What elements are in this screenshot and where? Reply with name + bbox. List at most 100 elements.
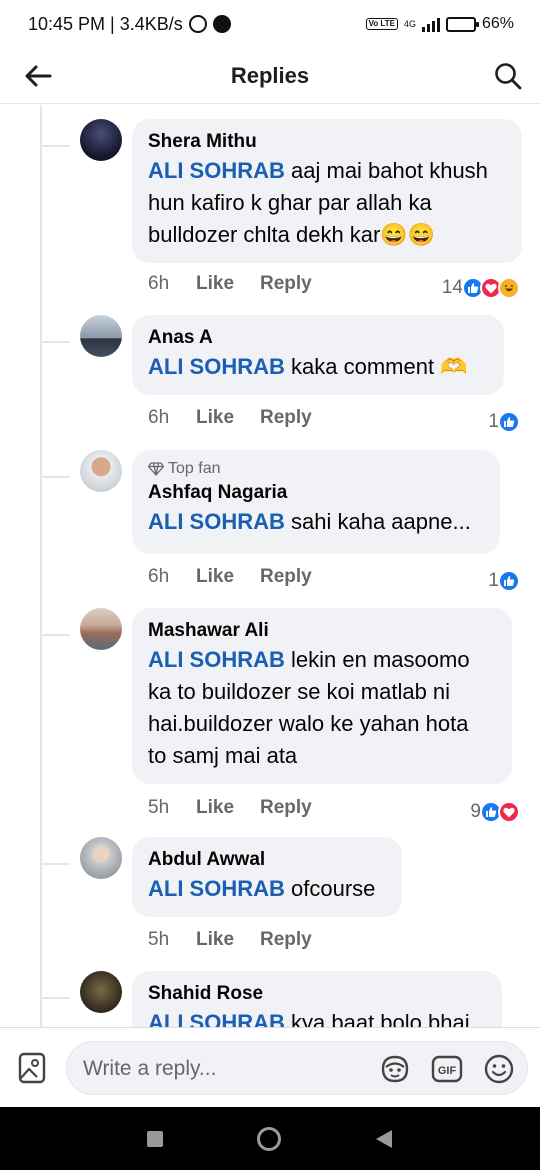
comment-line: hai.buildozer walo ke yahan hota: [148, 711, 469, 736]
battery-icon: [445, 16, 479, 32]
reaction-count: 14: [441, 277, 463, 298]
emoji-icon: [484, 1054, 514, 1084]
gif-icon: GIF: [431, 1055, 463, 1083]
avatar-sticker-button[interactable]: [379, 1053, 411, 1085]
avatar[interactable]: [80, 315, 122, 357]
messenger-icon: [212, 15, 231, 33]
top-fan-badge: Top fan: [148, 460, 484, 478]
like-reaction-icon: [498, 570, 520, 592]
page-title: Replies: [230, 62, 310, 88]
avatar[interactable]: [80, 608, 122, 650]
comment-line: sahi kaha aapne...: [291, 509, 471, 534]
comment-actions: 5h Like Reply: [148, 797, 312, 819]
thread-connector: [40, 863, 70, 865]
mention-link[interactable]: ALI SOHRAB: [148, 158, 285, 183]
status-time-speed: 10:45 PM | 3.4KB/s: [28, 13, 183, 34]
comment-bubble[interactable]: Shahid Rose ALI SOHRAB kya baat bolo bha…: [132, 971, 502, 1027]
comment-text: ALI SOHRAB kaka comment 🫶: [148, 351, 488, 383]
comment-time: 6h: [148, 407, 170, 428]
reply-button[interactable]: Reply: [260, 273, 312, 295]
comment-line: hun kafiro k ghar par allah ka: [148, 190, 432, 215]
comment-author[interactable]: Ashfaq Nagaria: [148, 480, 484, 506]
reply-composer: Write a reply... GIF: [0, 1027, 540, 1107]
recents-button[interactable]: [146, 1130, 164, 1148]
avatar[interactable]: [80, 450, 122, 492]
comment-line: kaka comment 🫶: [291, 354, 468, 379]
like-button[interactable]: Like: [196, 566, 260, 588]
thread-connector: [40, 341, 70, 343]
reaction-summary[interactable]: 9: [470, 801, 520, 823]
comment-bubble[interactable]: Abdul Awwal ALI SOHRAB ofcourse: [132, 837, 402, 917]
reply-input[interactable]: Write a reply... GIF: [66, 1041, 528, 1095]
comment-bubble[interactable]: Top fan Ashfaq Nagaria ALI SOHRAB sahi k…: [132, 450, 500, 554]
comment-bubble[interactable]: Mashawar Ali ALI SOHRAB lekin en masoomo…: [132, 608, 512, 784]
avatar[interactable]: [80, 119, 122, 161]
replies-thread[interactable]: Shera Mithu ALI SOHRAB aaj mai bahot khu…: [0, 105, 540, 1027]
like-button[interactable]: Like: [196, 273, 260, 295]
reply-button[interactable]: Reply: [260, 797, 312, 819]
comment-time: 5h: [148, 797, 170, 818]
thread-connector: [40, 997, 70, 999]
comment-actions: 5h Like Reply: [148, 929, 312, 951]
signal-icon: [421, 16, 440, 32]
comment-text: ALI SOHRAB kya baat bolo bhai: [148, 1007, 486, 1027]
thread-line: [40, 105, 42, 1027]
home-button[interactable]: [256, 1126, 282, 1152]
whatsapp-icon: [188, 15, 207, 33]
comment-author[interactable]: Abdul Awwal: [148, 847, 386, 873]
thread-connector: [40, 476, 70, 478]
reply-button[interactable]: Reply: [260, 929, 312, 951]
photo-button[interactable]: [18, 1052, 48, 1084]
back-button[interactable]: [18, 56, 58, 96]
avatar[interactable]: [80, 971, 122, 1013]
reply-placeholder: Write a reply...: [83, 1057, 217, 1080]
like-button[interactable]: Like: [196, 797, 260, 819]
comment-bubble[interactable]: Shera Mithu ALI SOHRAB aaj mai bahot khu…: [132, 119, 522, 263]
thread-connector: [40, 145, 70, 147]
reaction-summary[interactable]: 14: [442, 277, 520, 299]
comment-line: to samj mai ata: [148, 743, 298, 768]
comment-author[interactable]: Shera Mithu: [148, 129, 506, 155]
comment-line: lekin en masoomo: [291, 647, 470, 672]
comment-actions: 6h Like Reply: [148, 407, 312, 429]
reaction-summary[interactable]: 1: [488, 570, 520, 592]
comment-text: ALI SOHRAB lekin en masoomo ka to buildoz…: [148, 644, 496, 772]
comment-actions: 6h Like Reply: [148, 566, 312, 588]
volte-icon: Vo LTE: [365, 18, 398, 30]
header: Replies: [0, 48, 540, 104]
status-bar: 10:45 PM | 3.4KB/s Vo LTE 4G 66%: [0, 0, 540, 48]
search-button[interactable]: [488, 56, 528, 96]
reply-button[interactable]: Reply: [260, 407, 312, 429]
mention-link[interactable]: ALI SOHRAB: [148, 876, 285, 901]
comment-bubble[interactable]: Anas A ALI SOHRAB kaka comment 🫶: [132, 315, 504, 395]
mention-link[interactable]: ALI SOHRAB: [148, 647, 285, 672]
comment-line: kya baat bolo bhai: [291, 1010, 470, 1027]
back-nav-button[interactable]: [374, 1128, 394, 1150]
comment-time: 6h: [148, 566, 170, 587]
emoji-button[interactable]: [483, 1053, 515, 1085]
comment-author[interactable]: Shahid Rose: [148, 981, 486, 1007]
avatar-sticker-icon: [381, 1055, 409, 1083]
mention-link[interactable]: ALI SOHRAB: [148, 354, 285, 379]
search-icon: [495, 63, 522, 90]
comment-time: 6h: [148, 273, 170, 294]
top-fan-label: Top fan: [168, 460, 221, 477]
comment-text: ALI SOHRAB sahi kaha aapne...: [148, 506, 484, 538]
avatar[interactable]: [80, 837, 122, 879]
like-button[interactable]: Like: [196, 407, 260, 429]
comment-author[interactable]: Mashawar Ali: [148, 618, 496, 644]
comment-line: aaj mai bahot khush: [291, 158, 488, 183]
mention-link[interactable]: ALI SOHRAB: [148, 509, 285, 534]
system-nav-bar: [0, 1107, 540, 1170]
comment-author[interactable]: Anas A: [148, 325, 488, 351]
reaction-summary[interactable]: 1: [488, 411, 520, 433]
reply-button[interactable]: Reply: [260, 566, 312, 588]
comment-line: ka to buildozer se koi matlab ni: [148, 679, 451, 704]
comment-line: bulldozer chlta dekh kar😄😄: [148, 222, 436, 247]
gif-button[interactable]: GIF: [431, 1053, 463, 1085]
haha-reaction-icon: [498, 277, 520, 299]
like-button[interactable]: Like: [196, 929, 260, 951]
triangle-back-icon: [376, 1129, 392, 1148]
mention-link[interactable]: ALI SOHRAB: [148, 1010, 285, 1027]
comment-text: ALI SOHRAB ofcourse: [148, 873, 386, 905]
